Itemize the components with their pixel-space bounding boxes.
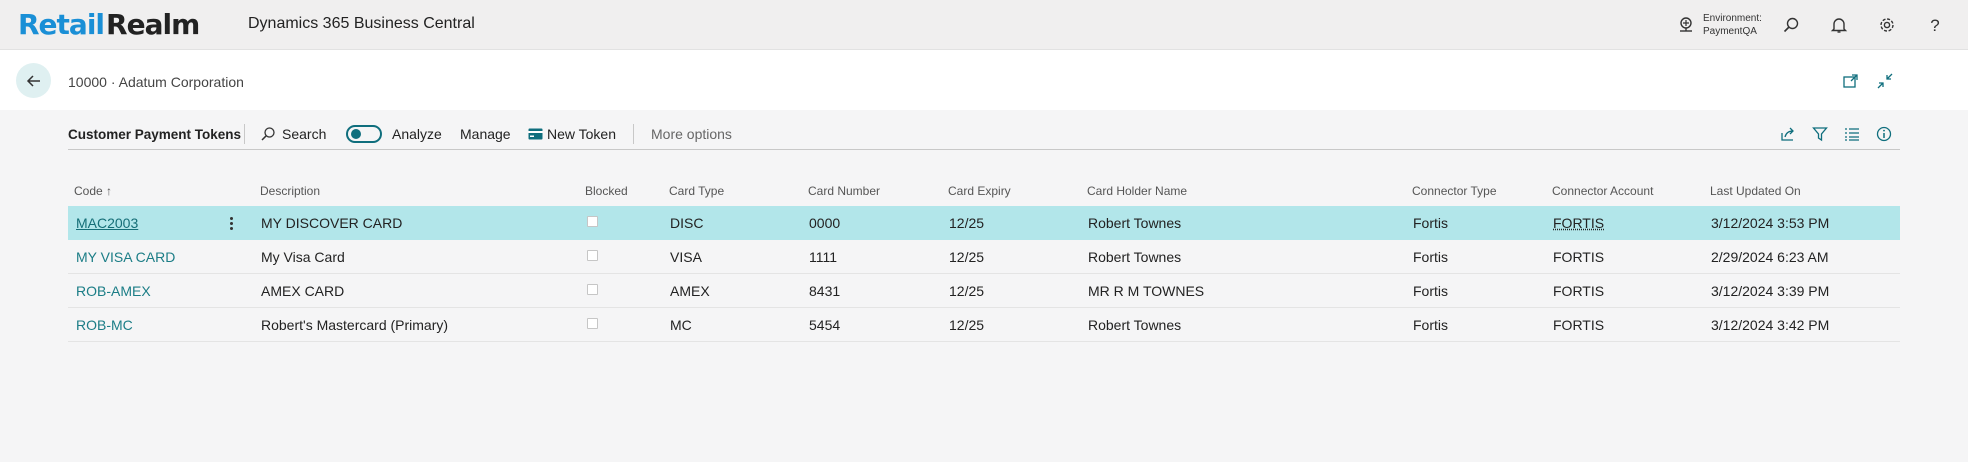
connector-account-cell: FORTIS [1553, 215, 1605, 231]
column-header-card-type[interactable]: Card Type [669, 184, 724, 198]
last-updated-cell: 3/12/2024 3:39 PM [1711, 283, 1830, 299]
column-header-code[interactable]: Code ↑ [74, 184, 112, 198]
page-header: 10000 · Adatum Corporation [0, 50, 1968, 110]
manage-label: Manage [460, 126, 511, 142]
last-updated-cell: 3/12/2024 3:42 PM [1711, 317, 1830, 333]
app-bar: Retail Realm Dynamics 365 Business Centra… [0, 0, 1968, 50]
column-header-connector-account[interactable]: Connector Account [1552, 184, 1653, 198]
divider [633, 124, 634, 144]
info-icon[interactable] [1873, 123, 1895, 145]
card-holder-cell: Robert Townes [1088, 215, 1182, 231]
manage-menu[interactable]: Manage [460, 123, 511, 145]
code-link[interactable]: MY VISA CARD [76, 249, 175, 265]
gear-icon[interactable] [1876, 14, 1898, 36]
connector-account-cell: FORTIS [1553, 317, 1605, 333]
open-new-window-icon[interactable] [1840, 70, 1862, 92]
description-cell: My Visa Card [261, 249, 345, 265]
column-header-description[interactable]: Description [260, 184, 320, 198]
card-holder-cell: MR R M TOWNES [1088, 283, 1205, 299]
help-icon[interactable]: ? [1924, 14, 1946, 36]
svg-text:?: ? [1930, 16, 1939, 34]
environment-label: Environment: [1703, 13, 1762, 24]
list-title: Customer Payment Tokens [68, 126, 242, 142]
list-view-icon[interactable] [1841, 123, 1863, 145]
last-updated-cell: 2/29/2024 6:23 AM [1711, 249, 1829, 265]
analyze-label: Analyze [392, 126, 442, 142]
card-holder-cell: Robert Townes [1088, 249, 1182, 265]
description-cell: AMEX CARD [261, 283, 345, 299]
code-link[interactable]: ROB-MC [76, 317, 133, 333]
card-expiry-cell: 12/25 [949, 317, 985, 333]
connector-type-cell: Fortis [1413, 283, 1448, 299]
new-token-button[interactable]: New Token [528, 123, 616, 145]
logo-text-realm: Realm [106, 8, 200, 41]
column-header-card-expiry[interactable]: Card Expiry [948, 184, 1011, 198]
filter-icon[interactable] [1809, 123, 1831, 145]
connector-type-cell: Fortis [1413, 249, 1448, 265]
toggle-switch[interactable] [346, 125, 382, 143]
card-number-cell: 8431 [809, 283, 841, 299]
collapse-icon[interactable] [1874, 70, 1896, 92]
code-link[interactable]: MAC2003 [76, 215, 138, 231]
product-name: Dynamics 365 Business Central [248, 15, 475, 32]
card-holder-cell: Robert Townes [1088, 317, 1182, 333]
logo-text-retail: Retail [18, 8, 105, 41]
card-expiry-cell: 12/25 [949, 215, 985, 231]
toggle-knob [351, 129, 361, 139]
blocked-checkbox[interactable] [587, 216, 598, 227]
environment-info[interactable]: Environment: PaymentQA [1703, 12, 1762, 38]
card-type-cell: VISA [670, 249, 702, 265]
back-button[interactable] [16, 63, 51, 98]
bell-icon[interactable] [1828, 14, 1850, 36]
last-updated-cell: 3/12/2024 3:53 PM [1711, 215, 1830, 231]
column-header-card-number[interactable]: Card Number [808, 184, 880, 198]
connector-type-cell: Fortis [1413, 215, 1448, 231]
blocked-checkbox[interactable] [587, 318, 598, 329]
table-row[interactable]: MAC2003 MY DISCOVER CARD DISC 0000 12/25… [68, 206, 1900, 240]
divider [244, 124, 245, 144]
row-actions-menu[interactable] [225, 213, 237, 233]
connector-account-cell: FORTIS [1553, 249, 1605, 265]
search-icon[interactable] [1780, 14, 1802, 36]
search-action[interactable]: Search [260, 123, 326, 145]
search-icon [261, 127, 275, 141]
table-row[interactable]: ROB-AMEX AMEX CARD AMEX 8431 12/25 MR R … [68, 274, 1900, 308]
payment-tokens-table: Code ↑ Description Blocked Card Type Car… [68, 176, 1900, 342]
share-icon[interactable] [1777, 123, 1799, 145]
column-header-connector-type[interactable]: Connector Type [1412, 184, 1497, 198]
blocked-checkbox[interactable] [587, 284, 598, 295]
card-type-cell: DISC [670, 215, 704, 231]
retailrealm-logo[interactable]: Retail Realm [18, 8, 200, 41]
card-number-cell: 1111 [809, 249, 838, 265]
table-row[interactable]: ROB-MC Robert's Mastercard (Primary) MC … [68, 308, 1900, 342]
new-token-label: New Token [547, 126, 617, 142]
card-number-cell: 0000 [809, 215, 841, 231]
description-cell: Robert's Mastercard (Primary) [261, 317, 449, 333]
environment-value: PaymentQA [1703, 26, 1757, 37]
card-icon [528, 128, 543, 140]
code-link[interactable]: ROB-AMEX [76, 283, 151, 299]
column-header-last-updated-on[interactable]: Last Updated On [1710, 184, 1801, 198]
card-type-cell: MC [670, 317, 692, 333]
card-number-cell: 5454 [809, 317, 841, 333]
arrow-left-icon [26, 74, 40, 87]
connector-account-cell: FORTIS [1553, 283, 1605, 299]
column-header-blocked[interactable]: Blocked [585, 184, 628, 198]
search-label: Search [282, 126, 327, 142]
card-expiry-cell: 12/25 [949, 283, 985, 299]
column-header-card-holder-name[interactable]: Card Holder Name [1087, 184, 1187, 198]
connector-type-cell: Fortis [1413, 317, 1448, 333]
analyze-toggle[interactable]: Analyze [346, 123, 442, 145]
more-options-button[interactable]: More options [651, 123, 732, 145]
table-row[interactable]: MY VISA CARD My Visa Card VISA 1111 12/2… [68, 240, 1900, 274]
blocked-checkbox[interactable] [587, 250, 598, 261]
card-expiry-cell: 12/25 [949, 249, 985, 265]
more-options-label: More options [651, 126, 732, 142]
description-cell: MY DISCOVER CARD [261, 215, 403, 231]
table-header: Code ↑ Description Blocked Card Type Car… [68, 176, 1900, 206]
page-title: 10000 · Adatum Corporation [68, 74, 244, 90]
card-type-cell: AMEX [670, 283, 710, 299]
environment-icon[interactable] [1677, 16, 1695, 34]
action-bar: Customer Payment Tokens Search Analyze M… [68, 118, 1900, 150]
